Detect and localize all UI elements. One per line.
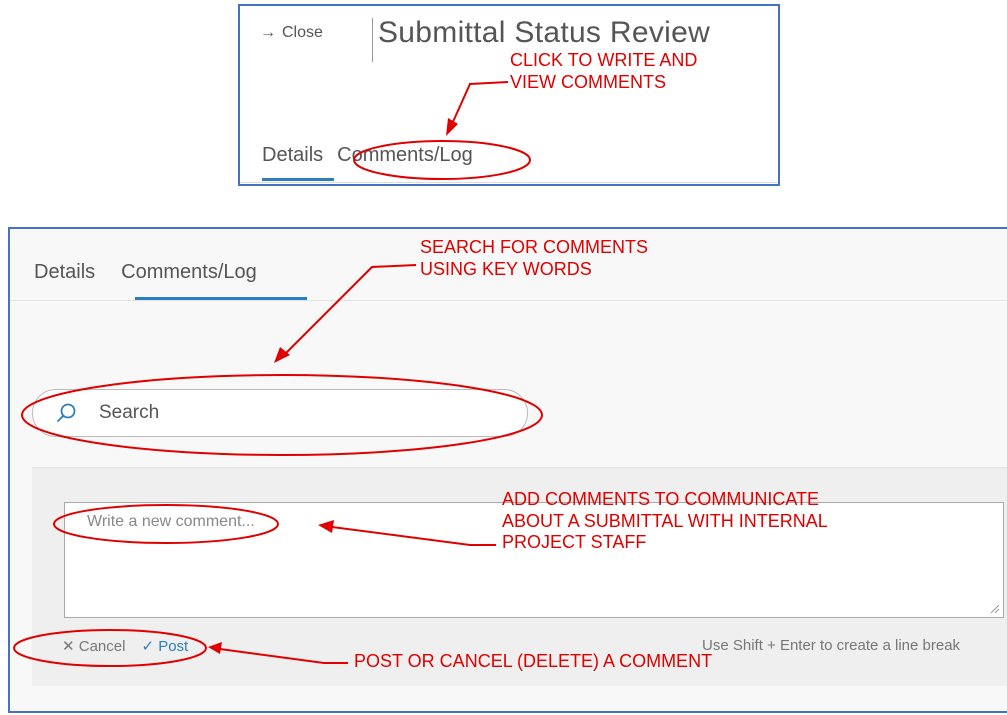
comments-panel: Details Comments/Log SEARCH FOR COMMENTS… (8, 227, 1007, 713)
tab-details[interactable]: Details (262, 144, 323, 167)
arrow-right-icon: → (260, 24, 276, 41)
page-title: Submittal Status Review (378, 16, 711, 49)
annotation-add-comments: ADD COMMENTS TO COMMUNICATE ABOUT A SUBM… (502, 489, 828, 553)
close-button[interactable]: → Close (260, 24, 323, 42)
divider (372, 18, 373, 62)
search-input[interactable]: Search (32, 389, 528, 437)
divider (10, 300, 1007, 301)
post-button[interactable]: ✓ Post (141, 637, 188, 655)
cancel-button[interactable]: ✕ Cancel (62, 637, 125, 655)
comment-placeholder: Write a new comment... (87, 513, 255, 530)
tab-bar: Details Comments/Log (34, 261, 257, 284)
comment-actions: ✕ Cancel ✓ Post (62, 637, 188, 655)
close-label: Close (282, 24, 323, 41)
tab-comments-log[interactable]: Comments/Log (337, 144, 473, 167)
check-icon: ✓ (141, 638, 155, 655)
divider (240, 182, 778, 183)
tab-comments-log[interactable]: Comments/Log (121, 261, 257, 284)
close-icon: ✕ (62, 638, 75, 655)
header-panel: → Close Submittal Status Review CLICK TO… (238, 4, 780, 186)
annotation-search: SEARCH FOR COMMENTS USING KEY WORDS (420, 237, 649, 279)
search-placeholder: Search (99, 402, 160, 423)
annotation-click-comments: CLICK TO WRITE AND VIEW COMMENTS (510, 50, 698, 92)
annotation-post-cancel: POST OR CANCEL (DELETE) A COMMENT (354, 651, 713, 671)
resize-handle-icon[interactable] (989, 603, 999, 613)
search-icon (56, 403, 76, 423)
line-break-hint: Use Shift + Enter to create a line break (702, 637, 961, 654)
tab-details[interactable]: Details (34, 261, 95, 284)
active-tab-indicator (262, 178, 334, 181)
tab-bar: Details Comments/Log (262, 144, 473, 167)
